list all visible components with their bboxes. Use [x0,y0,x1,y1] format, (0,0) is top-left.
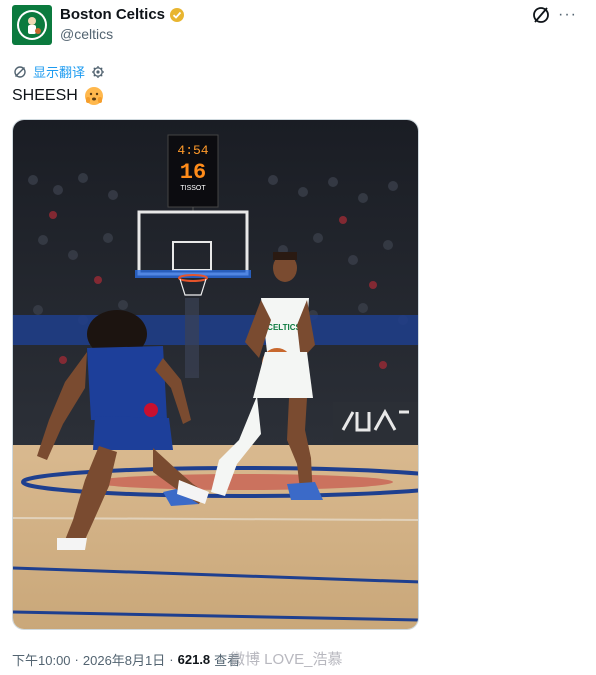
show-translation-label[interactable]: 显示翻译 [33,62,85,81]
face-hands-emoji-icon [84,87,103,105]
meta-separator: · [74,652,79,667]
tweet-meta: 下午10:00 · 2026年8月1日 · 621.8 查看 [12,650,240,669]
views-count: 621.8 [177,652,211,667]
post-time[interactable]: 下午10:00 [12,650,71,669]
author-handle[interactable]: @celtics [60,26,113,42]
settings-gear-icon[interactable] [91,65,105,79]
tweet-photo[interactable]: 4:54 16 TISSOT CELTICS [12,119,419,630]
show-translation-link[interactable]: 显示翻译 [13,62,105,81]
jersey-text: CELTICS [267,323,301,332]
grok-small-icon [14,65,26,78]
post-date[interactable]: 2026年8月1日 [83,650,165,669]
shot-clock-seconds: 16 [180,160,206,185]
courtside-signage [13,315,418,345]
more-options-button[interactable]: ··· [558,6,577,24]
tweet-text: SHEESH [12,87,78,104]
meta-separator: · [169,652,174,667]
verified-badge-icon [170,7,185,22]
grok-icon[interactable] [531,5,551,25]
avatar[interactable] [12,5,52,45]
weibo-watermark: 微博 LOVE_浩慕 [230,651,343,668]
shot-clock-time: 4:54 [177,143,208,158]
shot-clock-sponsor: TISSOT [180,185,206,192]
author-display-name[interactable]: Boston Celtics [60,6,165,23]
celtics-logo-icon [17,10,47,40]
